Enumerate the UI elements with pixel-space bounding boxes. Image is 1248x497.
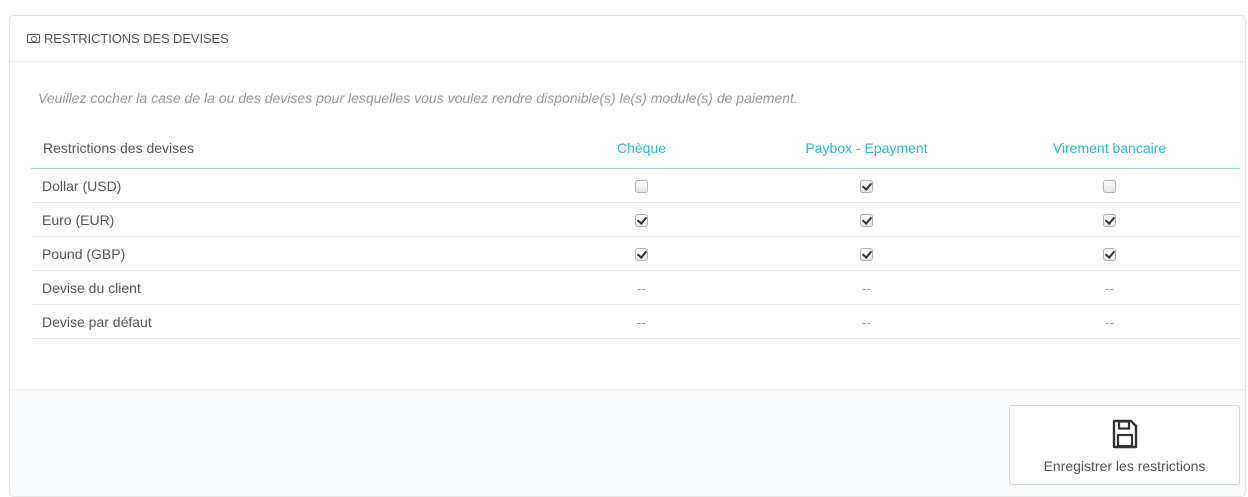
panel-heading: Restrictions des devises	[10, 16, 1245, 62]
empty-value: --	[637, 280, 646, 296]
table-row: Pound (GBP)	[31, 236, 1240, 271]
table-row: Devise du client -- -- --	[31, 270, 1240, 305]
panel-footer: Enregistrer les restrictions	[10, 389, 1245, 496]
table-header-row: Restrictions des devises Chèque Paybox -…	[31, 128, 1240, 169]
table-row: Devise par défaut -- -- --	[31, 304, 1240, 339]
checkbox-usd-virement[interactable]	[1103, 180, 1116, 194]
checkbox-eur-cheque[interactable]	[635, 214, 648, 228]
panel-title: Restrictions des devises	[44, 31, 229, 46]
checkbox-eur-virement[interactable]	[1103, 214, 1116, 228]
currency-restrictions-panel: Restrictions des devises Veuillez cocher…	[9, 15, 1246, 497]
column-header-paybox: Paybox - Epayment	[754, 128, 979, 169]
table-row: Euro (EUR)	[31, 202, 1240, 237]
empty-value: --	[1105, 314, 1114, 330]
column-header-virement: Virement bancaire	[979, 128, 1240, 169]
info-text: Veuillez cocher la case de la ou des dev…	[38, 90, 798, 106]
empty-value: --	[862, 280, 871, 296]
empty-value: --	[862, 314, 871, 330]
empty-value: --	[637, 314, 646, 330]
column-header-restrictions: Restrictions des devises	[31, 128, 529, 169]
row-label: Devise du client	[31, 270, 529, 305]
checkbox-gbp-cheque[interactable]	[635, 248, 648, 262]
save-button-label: Enregistrer les restrictions	[1043, 458, 1206, 474]
column-header-cheque: Chèque	[529, 128, 754, 169]
row-label: Dollar (USD)	[31, 168, 529, 203]
restrictions-table: Restrictions des devises Chèque Paybox -…	[31, 128, 1240, 339]
checkbox-usd-paybox[interactable]	[860, 180, 873, 194]
row-label: Pound (GBP)	[31, 236, 529, 271]
checkbox-usd-cheque[interactable]	[635, 180, 648, 194]
row-label: Euro (EUR)	[31, 202, 529, 237]
floppy-disk-icon	[1112, 419, 1137, 449]
money-icon	[27, 33, 40, 43]
checkbox-eur-paybox[interactable]	[860, 214, 873, 228]
checkbox-gbp-virement[interactable]	[1103, 248, 1116, 262]
empty-value: --	[1105, 280, 1114, 296]
table-row: Dollar (USD)	[31, 168, 1240, 203]
save-restrictions-button[interactable]: Enregistrer les restrictions	[1009, 405, 1240, 485]
checkbox-gbp-paybox[interactable]	[860, 248, 873, 262]
row-label: Devise par défaut	[31, 304, 529, 339]
